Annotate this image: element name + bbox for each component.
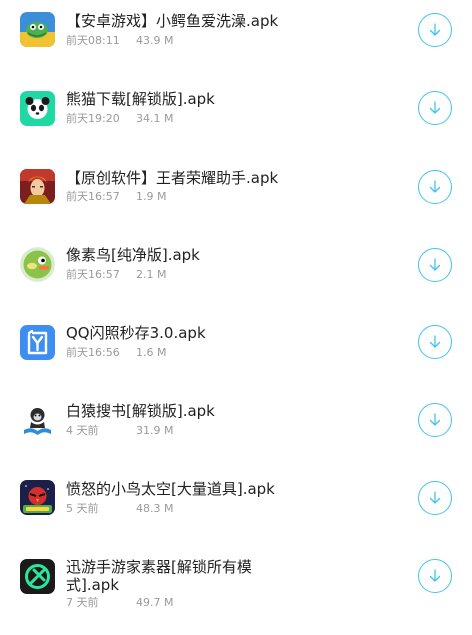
file-name: 迅游手游家素器[解锁所有模式].apk xyxy=(66,558,252,594)
download-button[interactable] xyxy=(418,91,452,125)
file-meta: 4 天前 31.9 M xyxy=(66,424,173,438)
file-size: 34.1 M xyxy=(136,112,174,125)
file-size: 1.6 M xyxy=(136,346,167,359)
file-time: 前天16:57 xyxy=(66,190,120,203)
file-size: 2.1 M xyxy=(136,268,167,281)
file-time: 前天19:20 xyxy=(66,112,120,125)
panda-app-icon xyxy=(20,91,55,126)
file-size: 31.9 M xyxy=(136,424,174,437)
xunyou-app-icon xyxy=(20,559,55,594)
file-meta: 前天16:57 1.9 M xyxy=(66,190,166,204)
list-item[interactable]: QQ闪照秒存3.0.apk 前天16:56 1.6 M xyxy=(0,312,472,382)
download-button[interactable] xyxy=(418,170,452,204)
list-item[interactable]: 像素鸟[纯净版].apk 前天16:57 2.1 M xyxy=(0,234,472,304)
list-item[interactable]: 迅游手游家素器[解锁所有模式].apk 7 天前 49.7 M xyxy=(0,546,472,626)
list-item[interactable]: 【原创软件】王者荣耀助手.apk 前天16:57 1.9 M xyxy=(0,156,472,226)
file-size: 1.9 M xyxy=(136,190,167,203)
file-size: 49.7 M xyxy=(136,596,174,609)
download-icon xyxy=(429,101,441,114)
file-time: 7 天前 xyxy=(66,596,99,609)
download-button[interactable] xyxy=(418,325,452,359)
file-meta: 前天16:57 2.1 M xyxy=(66,268,166,282)
file-name: 愤怒的小鸟太空[大量道具].apk xyxy=(66,480,275,498)
file-meta: 前天08:11 43.9 M xyxy=(66,34,173,48)
file-time: 前天16:57 xyxy=(66,268,120,281)
list-item[interactable]: 【安卓游戏】小鳄鱼爱洗澡.apk 前天08:11 43.9 M xyxy=(0,0,472,70)
file-time: 4 天前 xyxy=(66,424,99,437)
hero-app-icon xyxy=(20,169,55,204)
file-name: QQ闪照秒存3.0.apk xyxy=(66,324,206,342)
file-name: 【原创软件】王者荣耀助手.apk xyxy=(66,169,279,187)
file-time: 前天16:56 xyxy=(66,346,120,359)
download-icon xyxy=(429,569,441,582)
download-button[interactable] xyxy=(418,13,452,47)
file-name: 像素鸟[纯净版].apk xyxy=(66,246,200,264)
download-icon xyxy=(429,23,441,36)
download-icon xyxy=(429,413,441,426)
download-button[interactable] xyxy=(418,559,452,593)
download-button[interactable] xyxy=(418,403,452,437)
file-time: 5 天前 xyxy=(66,502,99,515)
file-name: 白猿搜书[解锁版].apk xyxy=(66,402,215,420)
file-meta: 7 天前 49.7 M xyxy=(66,596,173,610)
file-meta: 5 天前 48.3 M xyxy=(66,502,173,516)
list-item[interactable]: 熊猫下载[解锁版].apk 前天19:20 34.1 M xyxy=(0,78,472,148)
angry-birds-space-app-icon xyxy=(20,480,55,515)
download-icon xyxy=(429,258,441,271)
file-meta: 前天16:56 1.6 M xyxy=(66,346,166,360)
crocodile-app-icon xyxy=(20,12,55,47)
flash-app-icon xyxy=(20,325,55,360)
download-button[interactable] xyxy=(418,248,452,282)
file-size: 43.9 M xyxy=(136,34,174,47)
download-button[interactable] xyxy=(418,481,452,515)
file-size: 48.3 M xyxy=(136,502,174,515)
file-time: 前天08:11 xyxy=(66,34,120,47)
file-meta: 前天19:20 34.1 M xyxy=(66,112,173,126)
download-icon xyxy=(429,491,441,504)
list-item[interactable]: 愤怒的小鸟太空[大量道具].apk 5 天前 48.3 M xyxy=(0,468,472,538)
list-item[interactable]: 白猿搜书[解锁版].apk 4 天前 31.9 M xyxy=(0,390,472,460)
flappy-bird-app-icon xyxy=(20,247,55,282)
download-icon xyxy=(429,180,441,193)
ape-book-app-icon xyxy=(20,403,55,438)
download-icon xyxy=(429,335,441,348)
file-name: 熊猫下载[解锁版].apk xyxy=(66,90,215,108)
file-name: 【安卓游戏】小鳄鱼爱洗澡.apk xyxy=(66,12,279,30)
